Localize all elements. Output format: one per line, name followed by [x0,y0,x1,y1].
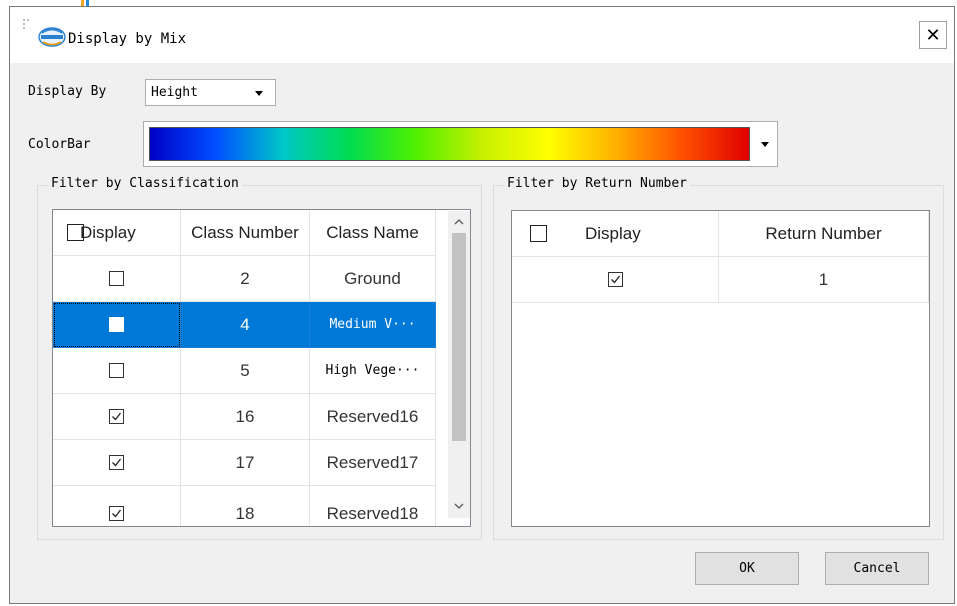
return-number-table: Display Return Number 1 [511,210,930,527]
class-number-cell: 2 [181,256,310,302]
classification-group-title: Filter by Classification [48,176,242,191]
table-row[interactable]: 1 [512,257,929,303]
display-checkbox[interactable] [607,272,623,287]
class-number-cell: 5 [181,348,310,394]
scrollbar-thumb[interactable] [452,233,466,441]
chevron-down-icon[interactable] [453,500,465,512]
display-checkbox[interactable] [109,363,124,378]
column-header-return-number[interactable]: Return Number [719,211,929,257]
class-name-cell: Reserved16 [310,394,436,440]
column-header-class-name-label: Class Name [326,222,419,242]
display-cell [512,257,719,303]
class-name-cell: High Vege··· [310,348,436,394]
checkmark-icon [112,412,122,421]
display-cell [53,440,181,486]
table-header: Display Class Number Class Name [53,210,453,256]
class-number-cell: 18 [181,486,310,526]
close-button[interactable]: ✕ [919,21,947,49]
table-row[interactable]: 17 Reserved17 [53,440,436,486]
class-number-cell: 4 [181,302,310,348]
class-number-cell: 16 [181,394,310,440]
return-number-cell: 1 [719,257,929,303]
ok-button[interactable]: OK [695,552,799,585]
close-icon: ✕ [925,24,941,45]
chevron-down-icon [761,142,769,147]
display-by-select[interactable]: Height [145,79,276,106]
cancel-button[interactable]: Cancel [825,552,929,585]
display-checkbox[interactable] [109,506,124,521]
display-cell [53,348,181,394]
checkmark-icon [610,275,620,284]
column-header-display-label: Display [80,222,136,242]
colorbar-gradient [149,127,750,161]
table-header: Display Return Number [512,211,929,257]
display-checkbox[interactable] [109,317,124,332]
colorbar-label: ColorBar [28,137,91,152]
class-name-cell: Ground [310,256,436,302]
app-logo-icon [38,27,66,47]
display-cell [53,486,181,526]
display-checkbox[interactable] [109,409,124,424]
table-row[interactable]: 4 Medium V··· [53,302,436,348]
colorbar-select[interactable] [143,121,778,167]
class-name-cell: Reserved17 [310,440,436,486]
column-header-display-label: Display [585,223,641,243]
table-row[interactable]: 16 Reserved16 [53,394,436,440]
display-by-label: Display By [28,84,107,99]
chevron-up-icon[interactable] [453,216,465,228]
dialog-title: Display by Mix [68,31,187,47]
class-name-cell: Medium V··· [310,302,436,348]
select-all-checkbox[interactable] [530,225,547,242]
display-by-value: Height [151,85,198,100]
table-row[interactable]: 5 High Vege··· [53,348,436,394]
return-number-group-title: Filter by Return Number [504,176,691,191]
display-by-mix-dialog: Display by Mix ✕ Display By Height Color… [9,6,955,604]
display-cell [53,394,181,440]
checkmark-icon [112,509,122,518]
vertical-scrollbar[interactable] [448,211,470,518]
column-header-class-number-label: Class Number [191,222,299,242]
classification-table: Display Class Number Class Name 2 Ground… [52,209,471,527]
display-checkbox[interactable] [109,455,124,470]
display-checkbox[interactable] [109,271,124,286]
display-cell [53,256,181,302]
table-row[interactable]: 18 Reserved18 [53,486,436,526]
column-header-class-number[interactable]: Class Number [181,210,310,256]
column-header-display[interactable]: Display [512,211,719,257]
chevron-down-icon [255,91,263,96]
title-bar[interactable]: Display by Mix ✕ [10,7,954,63]
column-header-display[interactable]: Display [53,210,181,256]
column-header-class-name[interactable]: Class Name [310,210,436,256]
class-name-cell: Reserved18 [310,486,436,526]
grip-icon [23,19,33,29]
class-number-cell: 17 [181,440,310,486]
checkmark-icon [112,458,122,467]
display-cell [53,302,181,348]
table-row[interactable]: 2 Ground [53,256,436,302]
column-header-return-number-label: Return Number [765,223,882,243]
